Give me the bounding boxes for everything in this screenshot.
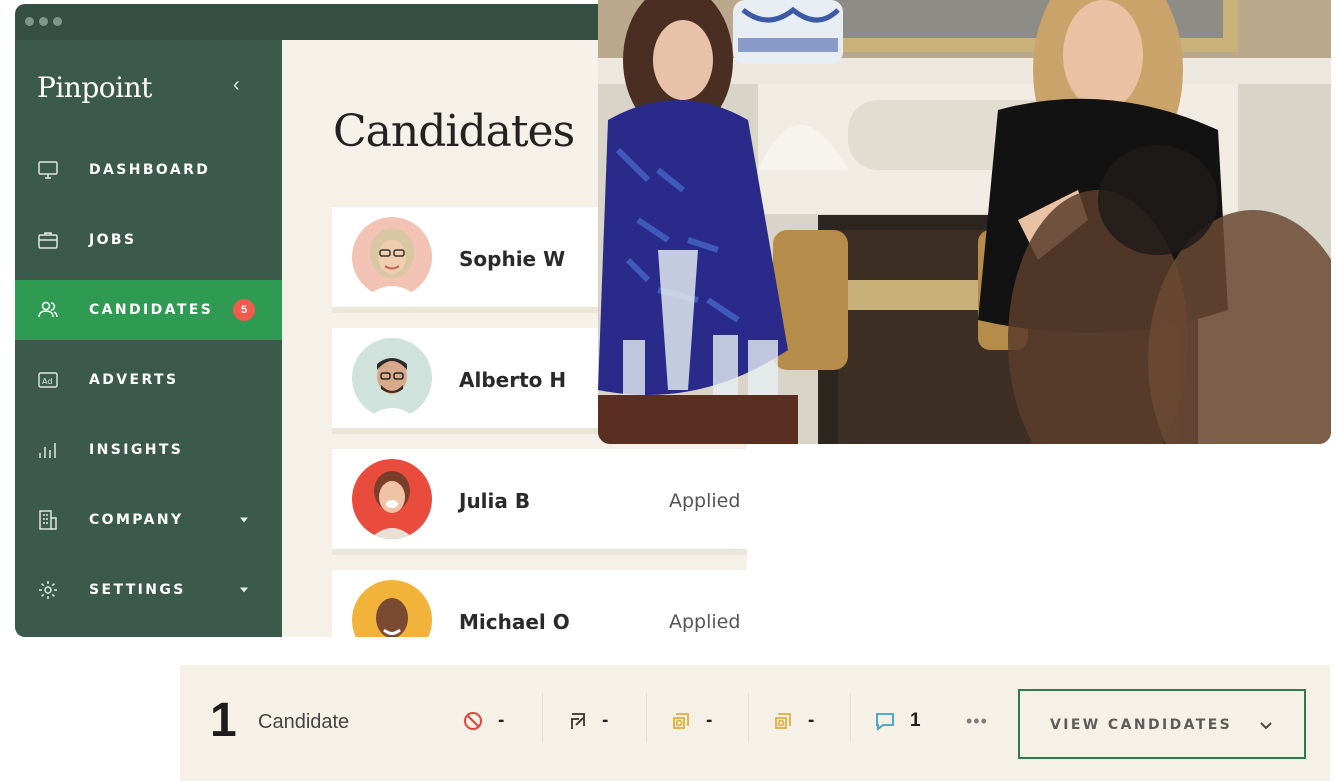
stat-shared[interactable]: - <box>566 703 608 739</box>
stat-divider <box>850 693 851 743</box>
sidebar-item-company[interactable]: COMPANY <box>15 490 282 550</box>
stat-comments[interactable]: 1 <box>874 703 921 739</box>
stat-value: - <box>498 710 505 731</box>
sidebar-item-label: SETTINGS <box>89 582 186 598</box>
stat-divider <box>748 693 749 743</box>
sidebar-item-settings[interactable]: SETTINGS <box>15 560 282 620</box>
candidate-row[interactable]: Julia B Applied <box>332 449 747 549</box>
sidebar-item-dashboard[interactable]: DASHBOARD <box>15 140 282 200</box>
avatar <box>352 580 432 637</box>
candidate-status: Applied <box>669 490 741 512</box>
svg-text:Ad: Ad <box>42 377 52 386</box>
candidate-name[interactable]: Julia B <box>459 489 530 513</box>
candidate-count-label: Candidate <box>258 711 350 733</box>
sidebar-item-label: DASHBOARD <box>89 162 211 178</box>
bar-chart-icon <box>37 439 59 461</box>
brand-logo[interactable]: Pinpoint <box>37 71 152 104</box>
sidebar-item-label: INSIGHTS <box>89 442 184 458</box>
sidebar-item-label: COMPANY <box>89 512 184 528</box>
monitor-icon <box>37 159 59 181</box>
page-title: Candidates <box>333 106 575 157</box>
view-candidates-label: VIEW CANDIDATES <box>1050 717 1233 733</box>
gear-icon <box>37 579 59 601</box>
candidate-name[interactable]: Michael O <box>459 610 570 634</box>
candidate-name[interactable]: Alberto H <box>459 368 566 392</box>
share-icon <box>566 710 588 732</box>
building-icon <box>37 509 59 531</box>
maximize-window-dot[interactable] <box>53 17 62 26</box>
stat-value: 1 <box>910 710 921 731</box>
chevron-down-icon[interactable] <box>240 587 248 593</box>
stat-value: - <box>808 710 815 731</box>
sidebar-item-insights[interactable]: INSIGHTS <box>15 420 282 480</box>
ban-icon <box>462 710 484 732</box>
chevron-down-icon <box>1258 718 1274 734</box>
candidate-name[interactable]: Sophie W <box>459 247 565 271</box>
sidebar-item-jobs[interactable]: JOBS <box>15 210 282 270</box>
collapse-sidebar-icon[interactable]: ‹ <box>233 74 249 96</box>
review-yellow-icon <box>670 710 692 732</box>
candidate-row[interactable]: Michael O Applied <box>332 570 747 637</box>
candidate-status: Applied <box>669 611 741 633</box>
briefcase-icon <box>37 229 59 251</box>
candidates-count-badge: 5 <box>233 299 255 321</box>
stat-rejected[interactable]: - <box>462 703 504 739</box>
stat-review-complete[interactable]: - <box>772 703 814 739</box>
event-photo <box>598 0 1331 444</box>
sidebar: Pinpoint ‹ DASHBOARD JOBS CANDIDATES 5 A… <box>15 40 282 637</box>
stat-divider <box>646 693 647 743</box>
window-controls <box>25 17 62 26</box>
sidebar-item-adverts[interactable]: Ad ADVERTS <box>15 350 282 410</box>
avatar <box>352 217 432 297</box>
users-icon <box>37 299 59 321</box>
more-options-icon[interactable]: ••• <box>966 711 988 732</box>
chevron-down-icon[interactable] <box>240 517 248 523</box>
close-window-dot[interactable] <box>25 17 34 26</box>
avatar <box>352 338 432 418</box>
review-orange-icon <box>772 710 794 732</box>
stat-divider <box>542 693 543 743</box>
candidate-count: 1 <box>210 694 237 747</box>
candidate-summary-bar: 1 Candidate - - - - 1 ••• VIEW CANDIDATE… <box>180 665 1330 781</box>
sidebar-item-candidates[interactable]: CANDIDATES 5 <box>15 280 282 340</box>
comment-icon <box>874 710 896 732</box>
avatar <box>352 459 432 539</box>
ad-icon: Ad <box>37 369 59 391</box>
minimize-window-dot[interactable] <box>39 17 48 26</box>
stat-value: - <box>706 710 713 731</box>
stat-value: - <box>602 710 609 731</box>
view-candidates-button[interactable]: VIEW CANDIDATES <box>1018 689 1306 759</box>
sidebar-item-label: CANDIDATES <box>89 302 214 318</box>
stat-review-pending[interactable]: - <box>670 703 712 739</box>
sidebar-item-label: ADVERTS <box>89 372 179 388</box>
sidebar-item-label: JOBS <box>89 232 137 248</box>
